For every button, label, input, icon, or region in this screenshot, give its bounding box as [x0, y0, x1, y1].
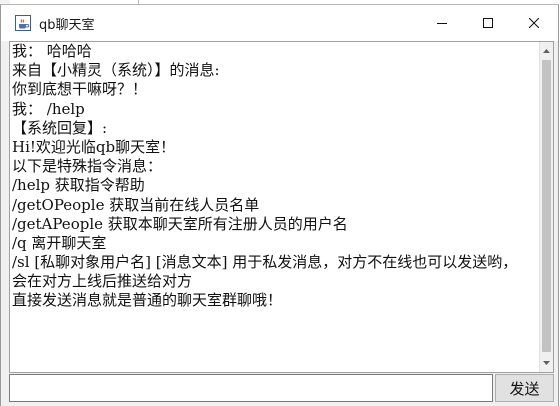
chat-message-line: 会在对方上线后推送给对方: [12, 272, 193, 291]
minimize-icon: [437, 23, 447, 24]
chat-message-line: 我： 哈哈哈: [12, 42, 92, 60]
chat-message-line: /q 离开聊天室: [12, 233, 107, 252]
minimize-button[interactable]: [419, 5, 465, 41]
chat-message-line: 直接发送消息就是普通的聊天室群聊哦！: [12, 291, 283, 310]
scroll-down-arrow-icon[interactable]: [540, 356, 553, 370]
maximize-icon: [483, 18, 493, 28]
chat-message-line: /sl [私聊对象用户名] [消息文本] 用于私发消息，对方不在线也可以发送哟，: [12, 253, 518, 272]
scrollbar-thumb[interactable]: [542, 60, 551, 352]
chat-message-line: /getAPeople 获取本聊天室所有注册人员的用户名: [12, 214, 348, 233]
window-title: qb聊天室: [39, 17, 95, 33]
chat-message-line: 我： /help: [12, 99, 85, 118]
scroll-up-arrow-icon[interactable]: [540, 44, 553, 58]
vertical-scrollbar[interactable]: [539, 42, 553, 372]
chat-message-line: 来自【小精灵（系统）】的消息:: [12, 61, 220, 80]
chat-message-line: /getOPeople 获取当前在线人员名单: [12, 195, 260, 214]
chat-history-text[interactable]: 我： 哈哈哈 来自【小精灵（系统）】的消息: 你到底想干嘛呀？！ 我： /help 【系…: [12, 42, 539, 372]
chat-history-panel: 我： 哈哈哈 来自【小精灵（系统）】的消息: 你到底想干嘛呀？！ 我： /help 【系…: [9, 41, 554, 373]
chat-window: qb聊天室 我： 哈哈哈 来自【小精灵（系统）】的消息: 你到底想干嘛呀？！ 我： /…: [0, 4, 559, 406]
close-icon: [529, 18, 539, 28]
input-row: 发送: [9, 374, 554, 403]
chat-message-line: Hi!欢迎光临qb聊天室！: [12, 137, 176, 156]
chat-message-line: 以下是特殊指令消息：: [12, 157, 163, 176]
send-button[interactable]: 发送: [495, 374, 554, 402]
maximize-button[interactable]: [465, 5, 511, 41]
chat-message-line: /help 获取指令帮助: [12, 176, 145, 195]
close-button[interactable]: [511, 5, 557, 41]
java-cup-icon: [15, 15, 31, 31]
chat-message-line: 【系统回复】:: [12, 118, 108, 137]
title-bar[interactable]: qb聊天室: [1, 5, 558, 41]
message-input[interactable]: [9, 374, 493, 402]
chat-message-line: 你到底想干嘛呀？！: [12, 80, 148, 99]
